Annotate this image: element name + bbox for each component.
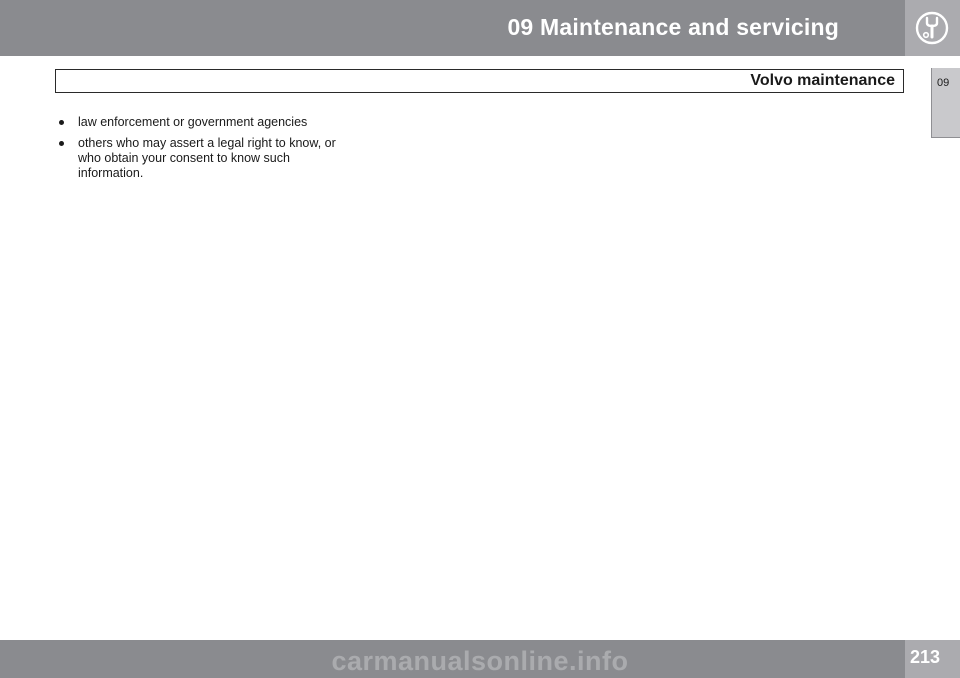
section-title: Volvo maintenance (750, 72, 895, 89)
bullet-text: law enforcement or government agencies (78, 115, 308, 129)
section-header: Volvo maintenance (55, 69, 904, 93)
bullet-dot-icon (59, 141, 64, 146)
list-item: others who may assert a legal right to k… (57, 136, 347, 181)
bullet-dot-icon (59, 120, 64, 125)
wrench-icon (915, 11, 949, 45)
chapter-side-tab: 09 (931, 68, 960, 138)
chapter-icon-box (905, 0, 960, 56)
content-column: law enforcement or government agencies o… (57, 115, 347, 187)
list-item: law enforcement or government agencies (57, 115, 347, 130)
watermark: carmanualsonline.info (331, 646, 629, 676)
chapter-title: 09 Maintenance and servicing (507, 14, 839, 40)
bullet-list: law enforcement or government agencies o… (57, 115, 347, 181)
page-number: 213 (910, 647, 941, 667)
bullet-text: others who may assert a legal right to k… (78, 136, 336, 180)
header-band: 09 Maintenance and servicing (0, 0, 905, 56)
side-tab-label: 09 (937, 77, 950, 89)
